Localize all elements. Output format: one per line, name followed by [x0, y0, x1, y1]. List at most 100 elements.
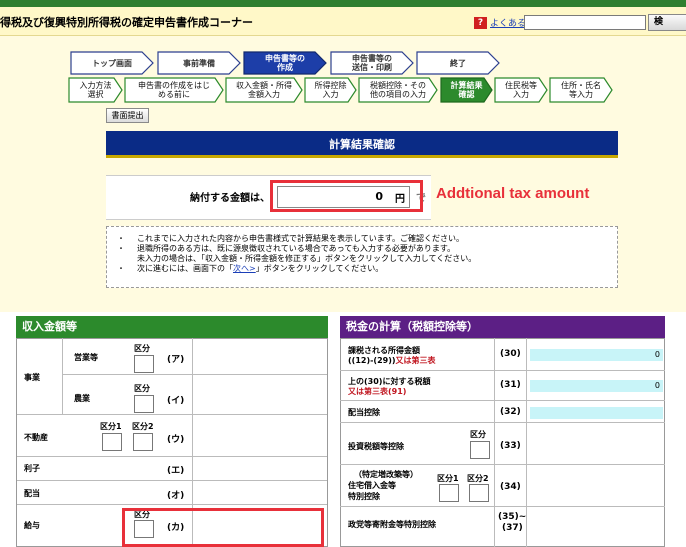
note-4-pre: 次に進むには、画面下の「: [137, 264, 233, 273]
row32-code: (32): [500, 407, 521, 417]
substep-resident-tax-label: 住民税等 入力: [505, 80, 537, 100]
substep-before-start[interactable]: 申告書の作成をはじ める前に: [124, 77, 224, 103]
substep-input-method[interactable]: 入力方法 選択: [68, 77, 123, 103]
substep-tax-credit-label: 税額控除・その 他の項目の入力: [370, 80, 426, 100]
substep-resident-tax[interactable]: 住民税等 入力: [494, 77, 548, 103]
code-e: (エ): [167, 466, 185, 476]
notes-box: ・これまでに入力された内容から申告書様式で計算結果を表示しています。ご確認くださ…: [106, 226, 618, 288]
row34-label-a: （特定増改築等）: [354, 470, 418, 479]
substep-before-start-label: 申告書の作成をはじ める前に: [138, 80, 210, 100]
kubun-eigyo-input[interactable]: [134, 355, 154, 373]
top-strip: [0, 0, 686, 7]
step-create[interactable]: 申告書等の 作成: [243, 51, 327, 75]
step-finish[interactable]: 終了: [416, 51, 500, 75]
next-link[interactable]: 次へ>: [233, 264, 256, 273]
step-top-label: トップ画面: [92, 58, 132, 68]
row30-code: (30): [500, 349, 521, 359]
income-header: 収入金額等: [16, 316, 328, 338]
row34-code: (34): [500, 482, 521, 492]
kubun-nogyo-input[interactable]: [134, 395, 154, 413]
payment-highlight: [270, 180, 423, 212]
payment-label: 納付する金額は、: [190, 193, 270, 204]
haito-label: 配当: [24, 489, 40, 498]
substep-income-label: 収入金額・所得 金額入力: [236, 80, 292, 100]
eigyo-label: 営業等: [74, 353, 98, 362]
row31-code: (31): [500, 380, 521, 390]
kubun2-label: 区分2: [132, 422, 154, 431]
code-i: (イ): [167, 396, 185, 406]
step-preparation[interactable]: 事前準備: [157, 51, 241, 75]
row33-label: 投資税額等控除: [348, 442, 404, 451]
rishi-label: 利子: [24, 464, 40, 473]
substep-tax-credit[interactable]: 税額控除・その 他の項目の入力: [358, 77, 438, 103]
divider: [62, 338, 63, 414]
row35-code-b: (37): [502, 523, 523, 533]
row31-label-b: 又は第三表(91): [348, 387, 407, 396]
fudosan-label: 不動産: [24, 433, 48, 442]
step-create-label: 申告書等の 作成: [265, 54, 305, 72]
divider: [17, 504, 327, 505]
divider: [340, 422, 665, 423]
step-send-print[interactable]: 申告書等の 送信・印刷: [330, 51, 414, 75]
row33-code: (33): [500, 441, 521, 451]
divider: [17, 414, 327, 415]
tax-header: 税金の計算（税額控除等）: [340, 316, 665, 338]
step-top[interactable]: トップ画面: [70, 51, 154, 75]
row32-label: 配当控除: [348, 408, 380, 417]
annotation-text: Addtional tax amount: [436, 185, 590, 202]
substep-address-label: 住所・氏名 等入力: [561, 80, 601, 100]
search-button[interactable]: 検: [648, 14, 686, 31]
substep-deduction[interactable]: 所得控除 入力: [304, 77, 357, 103]
fudosan-kubun2-input[interactable]: [133, 433, 153, 451]
nogyo-label: 農業: [74, 394, 90, 403]
row34-kubun2-label: 区分2: [467, 474, 489, 483]
row33-kubun-label: 区分: [470, 430, 486, 439]
divider: [17, 480, 327, 481]
divider: [494, 338, 495, 547]
substep-address[interactable]: 住所・氏名 等入力: [549, 77, 613, 103]
code-u: (ウ): [167, 435, 185, 445]
row34-label-c: 特別控除: [348, 492, 380, 501]
row34-kubun1-input[interactable]: [439, 484, 459, 502]
divider: [340, 400, 665, 401]
divider: [340, 464, 665, 465]
substep-result[interactable]: 計算結果 確認: [440, 77, 493, 103]
divider: [340, 370, 665, 371]
divider: [62, 374, 327, 375]
row34-kubun2-input[interactable]: [469, 484, 489, 502]
substep-income[interactable]: 収入金額・所得 金額入力: [225, 77, 303, 103]
note-3: 未入力の場合は、「収入金額・所得金額を修正する」ボタンをクリックして入力してくだ…: [137, 254, 477, 263]
kubun1-label: 区分1: [100, 422, 122, 431]
page-header-title: 得税及び復興特別所得税の確定申告書作成コーナー: [0, 16, 253, 29]
kyuyo-label: 給与: [24, 521, 40, 530]
divider: [17, 456, 327, 457]
row34-label-b: 住宅借入金等: [348, 481, 396, 490]
step-preparation-label: 事前準備: [183, 58, 215, 68]
question-icon: ?: [474, 16, 487, 29]
substep-input-method-label: 入力方法 選択: [79, 80, 112, 100]
substep-deduction-label: 所得控除 入力: [314, 80, 347, 100]
row30-value: 0: [530, 349, 663, 361]
title-bar: 得税及び復興特別所得税の確定申告書作成コーナー ? よくある質問 検: [0, 7, 686, 36]
page-title: 計算結果確認: [106, 131, 618, 158]
row34-kubun1-label: 区分1: [437, 474, 459, 483]
search-input[interactable]: [524, 15, 646, 30]
step-send-print-label: 申告書等の 送信・印刷: [352, 54, 392, 72]
kyuyo-highlight: [122, 508, 324, 547]
row35-label: 政党等寄附金等特別控除: [348, 520, 436, 529]
substep-result-label: 計算結果 確認: [450, 80, 483, 100]
kubun-label: 区分: [134, 344, 150, 353]
kubun-label: 区分: [134, 384, 150, 393]
row32-value: [530, 407, 663, 419]
fudosan-kubun1-input[interactable]: [102, 433, 122, 451]
note-1: これまでに入力された内容から申告書様式で計算結果を表示しています。ご確認ください…: [137, 234, 464, 243]
paper-submit-button[interactable]: 書面提出: [106, 108, 149, 123]
note-2: 退職所得のある方は、既に源泉徴収されている場合であっても入力する必要があります。: [137, 244, 456, 253]
note-4-post: 」ボタンをクリックしてください。: [255, 264, 384, 273]
divider: [340, 506, 665, 507]
code-a: (ア): [167, 355, 185, 365]
row35-code-a: (35)~: [498, 512, 527, 522]
jigyo-label: 事業: [24, 373, 40, 382]
row31-value: 0: [530, 380, 663, 392]
row33-kubun-input[interactable]: [470, 441, 490, 459]
